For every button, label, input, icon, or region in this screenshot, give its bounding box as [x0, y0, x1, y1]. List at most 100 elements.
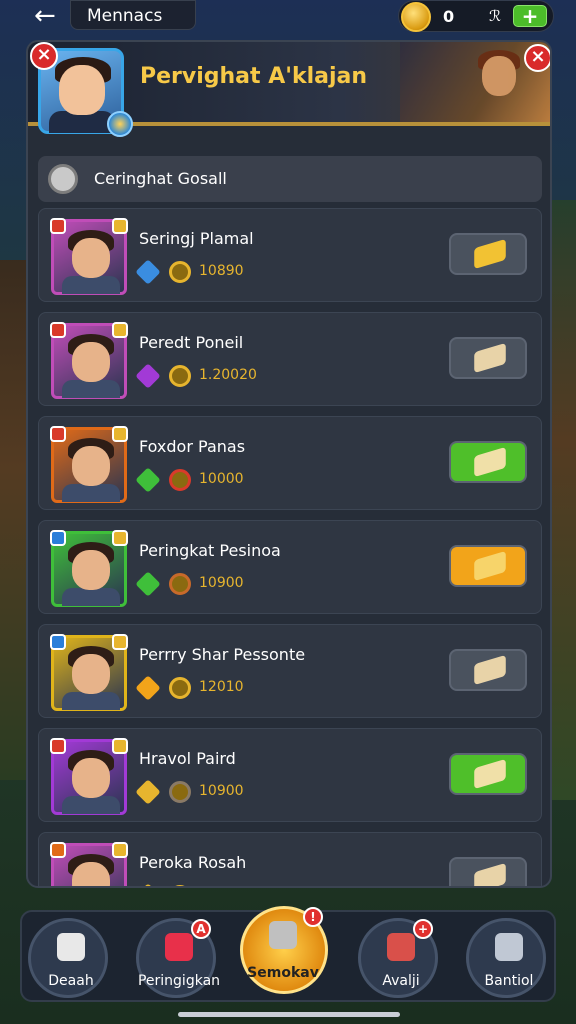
gem-icon — [135, 571, 161, 597]
tier-marker-icon — [112, 842, 128, 858]
global-rank-icon — [48, 164, 78, 194]
nav-label: Semokav — [247, 965, 319, 981]
hero-portrait — [50, 634, 128, 711]
medal-icon — [169, 885, 191, 886]
rank-marker-icon — [50, 218, 66, 234]
ranking-row[interactable]: Peringkat Pesinoa 10900 — [38, 520, 542, 614]
bottom-navigation: Deaah Peringigkan A Semokav! Avalji + Bantiol — [20, 906, 556, 1002]
gem-icon — [135, 363, 161, 389]
gem-icon — [135, 779, 161, 805]
currency-value: 0 — [443, 7, 455, 26]
ticket-icon — [474, 238, 506, 270]
hero-name: Peringkat Pesinoa — [139, 541, 281, 560]
currency-bar: 0 ℛ + — [398, 0, 554, 32]
gem-icon — [135, 467, 161, 493]
nav-item-3[interactable]: Semokav! — [240, 906, 328, 994]
ranking-row[interactable]: Foxdor Panas 10000 — [38, 416, 542, 510]
screen-title-pill: Mennacs — [70, 0, 196, 30]
hero-score: 10900 — [199, 575, 244, 591]
nav-item-5[interactable]: Bantiol — [466, 918, 546, 998]
nav-label: Bantiol — [484, 973, 534, 989]
rank-marker-icon — [50, 634, 66, 650]
gem-icon — [135, 259, 161, 285]
hero-name: Foxdor Panas — [139, 437, 246, 456]
rank-marker-icon — [50, 530, 66, 546]
hero-name: Peroka Rosah — [139, 853, 247, 872]
section-header: Ceringhat Gosall — [38, 156, 542, 202]
gem-icon — [135, 675, 161, 701]
medal-icon — [169, 469, 191, 491]
ranking-panel: Pervighat A'klajan × × Ceringhat Gosall … — [26, 40, 552, 888]
hero-portrait — [50, 530, 128, 607]
gem-icon — [135, 883, 161, 886]
hero-score: 10890 — [199, 263, 244, 279]
hero-score: 1.20020 — [199, 367, 257, 383]
nav-item-1[interactable]: Deaah — [28, 918, 108, 998]
section-label: Ceringhat Gosall — [94, 169, 227, 188]
select-hero-button[interactable] — [449, 233, 527, 275]
ticket-icon — [474, 446, 506, 478]
hero-name: Perrry Shar Pessonte — [139, 645, 306, 664]
rank-marker-icon — [50, 738, 66, 754]
tier-marker-icon — [112, 530, 128, 546]
nav-icon — [269, 921, 297, 949]
add-currency-button[interactable]: + — [513, 5, 547, 27]
screen-title: Mennacs — [87, 6, 163, 26]
nav-item-2[interactable]: Peringigkan A — [136, 918, 220, 998]
panel-title: Pervighat A'klajan — [140, 64, 368, 89]
select-hero-button[interactable] — [449, 337, 527, 379]
notification-badge: A — [191, 919, 211, 939]
tier-marker-icon — [112, 738, 128, 754]
currency-symbol-icon: ℛ — [489, 7, 501, 25]
ranking-row[interactable]: Hravol Paird 10900 — [38, 728, 542, 822]
select-hero-button[interactable] — [449, 857, 527, 886]
medal-icon — [169, 261, 191, 283]
home-indicator — [178, 1012, 400, 1017]
ranking-row[interactable]: Perrry Shar Pessonte 12010 — [38, 624, 542, 718]
select-hero-button[interactable] — [449, 649, 527, 691]
hero-portrait — [50, 426, 128, 503]
ticket-icon — [474, 342, 506, 374]
medal-icon — [169, 781, 191, 803]
nav-icon — [387, 933, 415, 961]
medal-icon — [169, 677, 191, 699]
close-right-button[interactable]: × — [524, 44, 550, 72]
hero-name: Seringj Plamal — [139, 229, 254, 248]
hero-portrait — [50, 218, 128, 295]
hero-portrait — [50, 322, 128, 399]
nav-icon — [165, 933, 193, 961]
medal-icon — [169, 365, 191, 387]
hero-name: Peredt Poneil — [139, 333, 244, 352]
close-left-button[interactable]: × — [30, 42, 58, 70]
ranking-row[interactable]: Seringj Plamal 10890 — [38, 208, 542, 302]
nav-label: Deaah — [48, 973, 94, 989]
back-arrow-icon[interactable]: ← — [34, 2, 56, 30]
ranking-row[interactable]: Peroka Rosah — [38, 832, 542, 886]
top-bar: ← Mennacs 0 ℛ + — [0, 0, 576, 34]
nav-icon — [495, 933, 523, 961]
panel-header: Pervighat A'klajan — [28, 42, 550, 137]
notification-badge: + — [413, 919, 433, 939]
ticket-icon — [474, 550, 506, 582]
rank-marker-icon — [50, 842, 66, 858]
tier-marker-icon — [112, 634, 128, 650]
ticket-icon — [474, 654, 506, 686]
nav-item-4[interactable]: Avalji + — [358, 918, 438, 998]
nav-icon — [57, 933, 85, 961]
tier-marker-icon — [112, 218, 128, 234]
ticket-icon — [474, 758, 506, 790]
rank-marker-icon — [50, 322, 66, 338]
select-hero-button[interactable] — [449, 441, 527, 483]
ranking-row[interactable]: Peredt Poneil 1.20020 — [38, 312, 542, 406]
tier-marker-icon — [112, 322, 128, 338]
hero-score: 10900 — [199, 783, 244, 799]
select-hero-button[interactable] — [449, 545, 527, 587]
hero-name: Hravol Paird — [139, 749, 236, 768]
nav-label: Avalji — [382, 973, 420, 989]
rank-marker-icon — [50, 426, 66, 442]
hero-score: 10000 — [199, 471, 244, 487]
gold-coin-icon — [401, 2, 431, 32]
medal-icon — [169, 573, 191, 595]
select-hero-button[interactable] — [449, 753, 527, 795]
ticket-icon — [474, 862, 506, 886]
